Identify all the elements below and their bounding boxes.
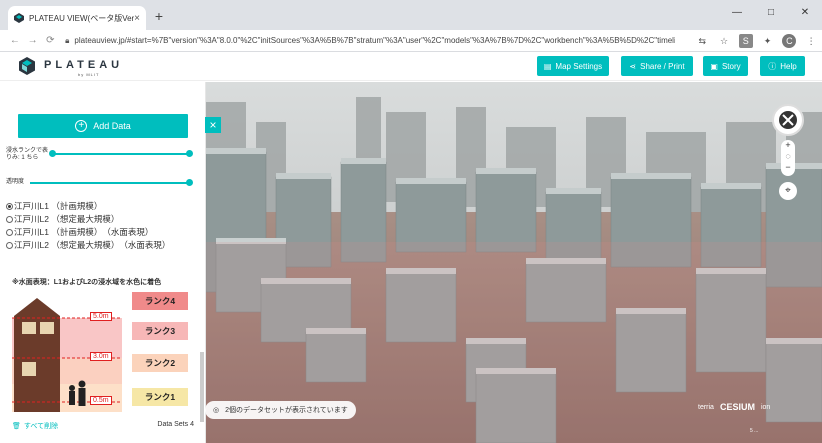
radio-edogawa-l2[interactable]: 江戸川L2 （想定最大規模） [6, 213, 119, 225]
radio-checked-icon [6, 202, 13, 210]
map-credits[interactable]: terria CESIUM ion [698, 402, 770, 412]
add-data-label: Add Data [93, 121, 131, 131]
tab-title: PLATEAU VIEW(ベータ版Ver0.7) [29, 13, 135, 23]
back-icon[interactable]: ← [6, 35, 24, 46]
rank-4-swatch: ランク4 [132, 292, 188, 310]
plateau-favicon-icon [14, 13, 24, 23]
depth-label-3m: 3.0m [90, 352, 112, 361]
depth-label-05m: 0.5m [90, 396, 112, 405]
rank-3-swatch: ランク3 [132, 322, 188, 340]
radio-label: 江戸川L2 （想定最大規模） （水面表現） [14, 240, 171, 250]
logo-subtitle: by MLIT [78, 72, 100, 77]
tab-close-icon[interactable]: × [134, 13, 140, 24]
panel-scrollbar[interactable] [200, 352, 204, 422]
cesium-credit[interactable]: CESIUM [720, 402, 755, 412]
help-icon: ⓘ [768, 61, 777, 71]
map-scale: 5 ... [750, 428, 759, 434]
plateau-logo-mark-icon [19, 57, 35, 75]
remove-all-button[interactable]: 🗑︎ すべて削除 [12, 421, 58, 431]
translate-icon[interactable]: ⇆ [695, 34, 709, 48]
address-bar[interactable]: 🔒︎ plateauview.jp/#start=%7B"version"%3A… [65, 33, 675, 49]
reload-icon[interactable]: ⟳ [41, 35, 59, 46]
radio-unchecked-icon [6, 228, 13, 236]
story-button[interactable]: ▣ Story [703, 56, 748, 76]
browser-tab[interactable]: PLATEAU VIEW(ベータ版Ver0.7) × [8, 6, 146, 30]
browser-tab-bar: PLATEAU VIEW(ベータ版Ver0.7) × + — □ ✕ [0, 0, 822, 30]
share-print-label: Share / Print [640, 61, 685, 71]
datasets-number: 4 [190, 421, 194, 428]
map-icon: ▤ [543, 61, 552, 71]
browser-menu-icon[interactable]: ⋮ [804, 34, 818, 48]
dataset-status-text: 2個のデータセットが表示されています [225, 407, 348, 414]
broadcast-icon: ◎ [213, 407, 220, 414]
minimize-button[interactable]: — [726, 4, 748, 22]
cesium-ion-credit[interactable]: ion [761, 404, 770, 411]
map-3d-view[interactable]: + ◌ − ⌖ [206, 82, 822, 443]
url-text: plateauview.jp/#start=%7B"version"%3A"8.… [74, 36, 676, 45]
flood-rank-legend: 5.0m 3.0m 0.5m ランク4 ランク3 ランク2 ランク1 [12, 292, 192, 412]
close-panel-icon[interactable]: × [205, 117, 221, 133]
workbench-panel: + Add Data 浸水ランクで表 りみ: 1 ちら 透明度 江戸川L1 （計… [0, 82, 206, 443]
dataset-status-pill[interactable]: ◎ 2個のデータセットが表示されています [205, 401, 356, 419]
radio-label: 江戸川L1 （計画規模） [14, 201, 103, 211]
new-tab-button[interactable]: + [150, 7, 168, 25]
browser-toolbar: ← → ⟳ 🔒︎ plateauview.jp/#start=%7B"versi… [0, 30, 822, 52]
add-circle-icon: + [75, 120, 88, 132]
rank-2-swatch: ランク2 [132, 354, 188, 372]
map-settings-button[interactable]: ▤ Map Settings [537, 56, 609, 76]
extension-s-icon[interactable]: S [738, 33, 753, 48]
logo-wordmark: PLATEAU [44, 59, 124, 71]
radio-unchecked-icon [6, 241, 13, 249]
radio-edogawa-l2-water[interactable]: 江戸川L2 （想定最大規模） （水面表現） [6, 239, 170, 251]
opacity-label: 透明度 [6, 179, 25, 185]
app-header: PLATEAU by MLIT ▤ Map Settings ⋖ Share /… [0, 53, 822, 81]
help-label: Help [780, 61, 797, 71]
zoom-reset-icon[interactable]: ◌ [781, 151, 795, 162]
flood-rank-label: 浸水ランクで表 りみ: 1 ちら [6, 148, 48, 162]
zoom-control[interactable]: + ◌ − [781, 140, 795, 176]
maximize-button[interactable]: □ [760, 4, 782, 22]
radio-label: 江戸川L2 （想定最大規模） [14, 214, 120, 224]
bookmark-star-icon[interactable]: ☆ [717, 34, 731, 48]
add-data-button[interactable]: + Add Data [18, 114, 188, 138]
share-icon: ⋖ [629, 61, 637, 71]
share-print-button[interactable]: ⋖ Share / Print [621, 56, 693, 76]
flood-rank-label-line2: りみ: 1 ちら [6, 155, 39, 161]
datasets-count: Data Sets 4 [157, 421, 194, 428]
locate-me-icon[interactable]: ⌖ [779, 182, 797, 200]
flood-rank-slider-max-handle[interactable] [186, 150, 193, 157]
flood-rank-slider-min-handle[interactable] [49, 150, 56, 157]
trash-icon: 🗑︎ [12, 423, 21, 430]
zoom-in-icon[interactable]: + [781, 140, 795, 151]
radio-unchecked-icon [6, 215, 13, 223]
flood-rank-slider-track[interactable] [52, 153, 190, 155]
radio-edogawa-l1-water[interactable]: 江戸川L1 （計画規模） （水面表現） [6, 226, 153, 238]
city-3d-render [206, 82, 822, 443]
help-button[interactable]: ⓘ Help [760, 56, 805, 76]
water-surface-note: ※水面表現：L1およびL2の浸水域を水色に着色 [12, 279, 162, 286]
terria-credit[interactable]: terria [698, 404, 714, 411]
datasets-label: Data Sets [157, 421, 189, 428]
remove-all-label: すべて削除 [23, 423, 59, 430]
extensions-puzzle-icon[interactable]: ✦ [761, 34, 775, 48]
panel-footer: 🗑︎ すべて削除 Data Sets 4 [0, 417, 205, 437]
lock-icon: 🔒︎ [65, 35, 70, 45]
flood-rank-label-line1: 浸水ランクで表 [6, 148, 49, 154]
map-settings-label: Map Settings [555, 61, 603, 71]
forward-icon[interactable]: → [24, 35, 42, 46]
story-icon: ▣ [710, 61, 718, 71]
profile-avatar[interactable]: C [782, 33, 797, 48]
radio-label: 江戸川L1 （計画規模） （水面表現） [14, 227, 154, 237]
window-close-button[interactable]: ✕ [794, 4, 816, 22]
compass-icon [779, 111, 797, 129]
zoom-out-icon[interactable]: − [781, 162, 795, 173]
plateau-logo[interactable]: PLATEAU by MLIT [18, 57, 128, 79]
rank-1-swatch: ランク1 [132, 388, 188, 406]
depth-label-5m: 5.0m [90, 312, 112, 321]
opacity-slider-handle[interactable] [186, 179, 193, 186]
opacity-slider-track[interactable] [30, 182, 190, 184]
radio-edogawa-l1[interactable]: 江戸川L1 （計画規模） [6, 200, 102, 212]
story-label: Story [721, 61, 741, 71]
compass-control[interactable] [772, 104, 804, 136]
